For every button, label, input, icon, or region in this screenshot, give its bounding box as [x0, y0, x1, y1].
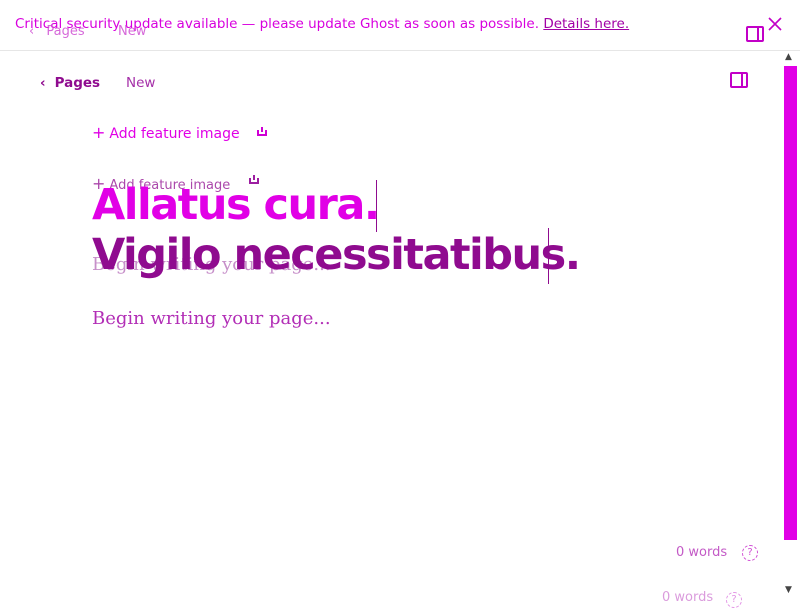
title-caret-1: [376, 180, 377, 232]
plus-icon: +: [92, 123, 106, 142]
title-line-2[interactable]: Vigilo necessitatibus.: [92, 230, 581, 280]
title-caret-2: [548, 228, 549, 284]
add-feature-image-button[interactable]: + Add feature image: [92, 123, 240, 142]
close-icon[interactable]: [766, 15, 784, 33]
scrollbar-thumb[interactable]: [784, 66, 797, 540]
banner-text: Critical security update available — ple…: [15, 16, 629, 32]
ghost-chevron-left-icon: ‹: [29, 24, 35, 39]
scroll-up-icon[interactable]: ▲: [785, 52, 792, 62]
chevron-left-icon: ‹: [40, 75, 46, 91]
security-banner: Critical security update available — ple…: [0, 0, 800, 51]
sidebar-toggle-icon[interactable]: [730, 72, 748, 88]
back-label: Pages: [54, 75, 101, 91]
scroll-down-icon[interactable]: ▼: [785, 585, 792, 595]
help-icon[interactable]: ?: [742, 545, 758, 561]
post-status: New: [126, 75, 156, 91]
ghost-back-link: ‹ Pages: [29, 24, 85, 39]
ghost-help-icon: ?: [726, 592, 742, 608]
ghost-status-label: New: [118, 24, 147, 39]
word-count: 0 words: [676, 545, 728, 560]
ghost-sidebar-toggle-icon: [746, 26, 764, 42]
banner-message: Critical security update available — ple…: [15, 16, 540, 32]
upload-icon[interactable]: [257, 127, 267, 136]
back-to-pages-link[interactable]: ‹ Pages: [40, 75, 100, 91]
ghost-pages-label: Pages: [46, 24, 85, 39]
title-line-1[interactable]: Allatus cura.: [92, 180, 380, 230]
banner-details-link[interactable]: Details here.: [543, 16, 629, 32]
body-editor-placeholder[interactable]: Begin writing your page...: [92, 308, 331, 329]
add-feature-image-label: Add feature image: [109, 126, 240, 142]
ghost-word-count: 0 words: [662, 590, 714, 605]
